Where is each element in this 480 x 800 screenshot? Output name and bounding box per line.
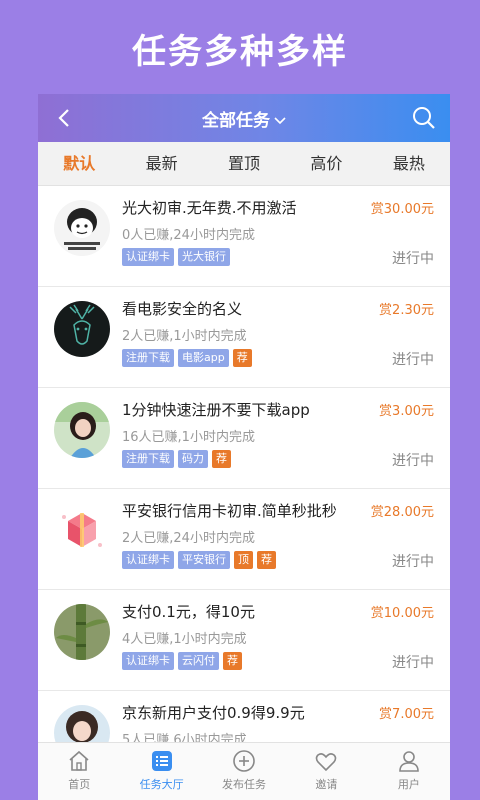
tab-pinned[interactable]: 置顶 <box>203 142 285 185</box>
task-stats: 2人已赚,24小时内完成 <box>122 531 255 546</box>
heart-icon <box>316 753 337 772</box>
nav-task-hall[interactable]: 任务大厅 <box>120 743 202 800</box>
nav-home[interactable]: 首页 <box>38 743 120 800</box>
nav-label: 邀请 <box>315 778 338 791</box>
task-status: 进行中 <box>392 251 434 267</box>
task-title: 支付0.1元，得10元 <box>122 603 255 621</box>
user-icon <box>399 751 419 772</box>
deer-avatar <box>54 301 110 357</box>
search-icon[interactable] <box>412 106 436 130</box>
recommend-badge: 荐 <box>212 450 231 468</box>
task-list: 光大初审.无年费.不用激活 0人已赚,24小时内完成 认证绑卡 光大银行 赏30… <box>38 186 450 742</box>
tag: 认证绑卡 <box>122 248 174 266</box>
list-icon <box>151 751 172 771</box>
page-title: 全部任务 <box>202 111 270 131</box>
promo-title: 任务多种多样 <box>132 32 348 72</box>
nav-user[interactable]: 用户 <box>368 743 450 800</box>
task-item[interactable]: 看电影安全的名义 2人已赚,1小时内完成 注册下载 电影app 荐 赏2.30元… <box>38 287 450 388</box>
tab-hottest[interactable]: 最热 <box>368 142 450 185</box>
tag: 注册下载 <box>122 349 174 367</box>
top-bar: 全部任务 <box>38 94 450 142</box>
task-item[interactable]: 京东新用户支付0.9得9.9元 5人已赚,6小时内完成 赏7.00元 <box>38 691 450 742</box>
recommend-badge: 荐 <box>257 551 276 569</box>
task-stats: 0人已赚,24小时内完成 <box>122 228 255 243</box>
task-title: 平安银行信用卡初审.简单秒批秒 <box>122 502 337 520</box>
task-title: 1分钟快速注册不要下载app <box>122 401 310 419</box>
task-status: 进行中 <box>392 554 434 570</box>
reward-amount: 赏7.00元 <box>379 707 434 722</box>
nav-label: 首页 <box>68 778 91 791</box>
woman-avatar <box>54 705 110 742</box>
tag: 电影app <box>178 349 229 367</box>
task-item[interactable]: 平安银行信用卡初审.简单秒批秒 2人已赚,24小时内完成 认证绑卡 平安银行 顶… <box>38 489 450 590</box>
task-item[interactable]: 1分钟快速注册不要下载app 16人已赚,1小时内完成 注册下载 码力 荐 赏3… <box>38 388 450 489</box>
girl-avatar <box>54 402 110 458</box>
page-title-dropdown[interactable]: 全部任务 <box>38 106 450 131</box>
filter-tabs: 默认 最新 置顶 高价 最热 <box>38 142 450 186</box>
reward-amount: 赏30.00元 <box>370 202 434 217</box>
tab-latest[interactable]: 最新 <box>120 142 202 185</box>
task-item[interactable]: 光大初审.无年费.不用激活 0人已赚,24小时内完成 认证绑卡 光大银行 赏30… <box>38 186 450 287</box>
nav-invite[interactable]: 邀请 <box>285 743 367 800</box>
task-title: 光大初审.无年费.不用激活 <box>122 199 297 217</box>
top-badge: 顶 <box>234 551 253 569</box>
reward-amount: 赏10.00元 <box>370 606 434 621</box>
reward-amount: 赏3.00元 <box>379 404 434 419</box>
task-stats: 2人已赚,1小时内完成 <box>122 329 247 344</box>
recommend-badge: 荐 <box>223 652 242 670</box>
tag: 认证绑卡 <box>122 652 174 670</box>
tag: 光大银行 <box>178 248 230 266</box>
home-icon <box>69 750 89 771</box>
tag: 平安银行 <box>178 551 230 569</box>
task-status: 进行中 <box>392 655 434 671</box>
tag: 码力 <box>178 450 208 468</box>
nav-label: 任务大厅 <box>139 778 184 791</box>
nav-publish-task[interactable]: 发布任务 <box>203 743 285 800</box>
tag-row: 认证绑卡 光大银行 <box>122 248 230 266</box>
gift-avatar <box>54 503 110 559</box>
tag-row: 注册下载 码力 荐 <box>122 450 231 468</box>
plus-circle-icon <box>233 750 255 772</box>
meme-avatar <box>54 200 110 256</box>
recommend-badge: 荐 <box>232 349 252 367</box>
task-status: 进行中 <box>392 453 434 469</box>
phone-screen: 全部任务 默认 最新 置顶 高价 最热 光大初审.无年费.不用激活 0人已赚,2… <box>38 94 450 800</box>
chevron-down-icon <box>274 117 286 125</box>
task-status: 进行中 <box>392 352 434 368</box>
tag: 认证绑卡 <box>122 551 174 569</box>
task-item[interactable]: 支付0.1元，得10元 4人已赚,1小时内完成 认证绑卡 云闪付 荐 赏10.0… <box>38 590 450 691</box>
nav-label: 用户 <box>397 778 420 791</box>
tag: 云闪付 <box>178 652 219 670</box>
tag: 注册下载 <box>122 450 174 468</box>
nav-label: 发布任务 <box>222 778 267 791</box>
tab-default[interactable]: 默认 <box>38 142 120 185</box>
tag-row: 注册下载 电影app 荐 <box>122 349 252 367</box>
bamboo-avatar <box>54 604 110 660</box>
reward-amount: 赏28.00元 <box>370 505 434 520</box>
tab-high-price[interactable]: 高价 <box>285 142 367 185</box>
bottom-nav: 首页 任务大厅 发布任务 邀请 用户 <box>38 742 450 800</box>
reward-amount: 赏2.30元 <box>379 303 434 318</box>
task-title: 看电影安全的名义 <box>122 300 243 318</box>
tag-row: 认证绑卡 平安银行 顶 荐 <box>122 551 276 569</box>
task-stats: 5人已赚,6小时内完成 <box>122 733 247 742</box>
task-stats: 16人已赚,1小时内完成 <box>122 430 255 445</box>
task-title: 京东新用户支付0.9得9.9元 <box>122 704 305 722</box>
task-stats: 4人已赚,1小时内完成 <box>122 632 247 647</box>
tag-row: 认证绑卡 云闪付 荐 <box>122 652 242 670</box>
